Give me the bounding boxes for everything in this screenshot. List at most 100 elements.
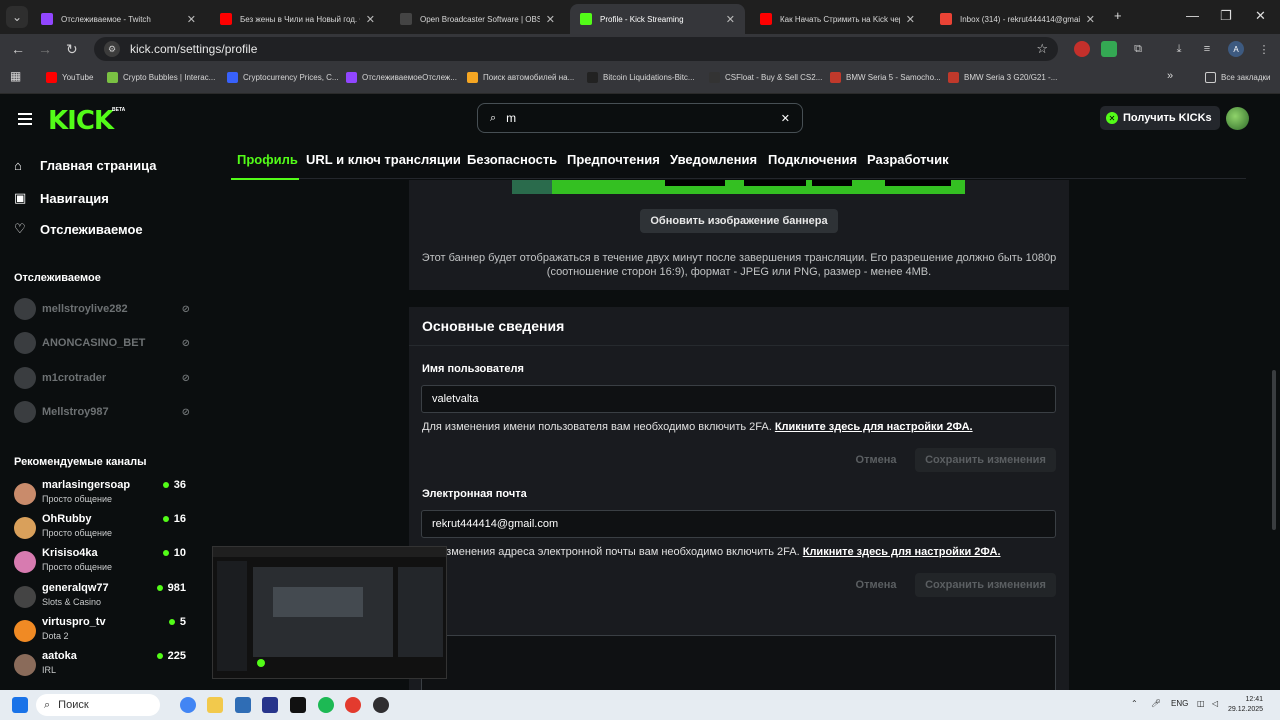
following-heading: Отслеживаемое bbox=[14, 272, 101, 284]
tab-developer[interactable]: Разработчик bbox=[867, 152, 949, 167]
tab-preferences[interactable]: Предпочтения bbox=[567, 152, 660, 167]
bookmark-item[interactable]: YouTube bbox=[46, 72, 93, 83]
close-tab-icon[interactable]: ✕ bbox=[546, 13, 555, 26]
bookmark-favicon-icon bbox=[346, 72, 357, 83]
spotify-icon[interactable] bbox=[318, 697, 334, 713]
media-icon[interactable]: ≡ bbox=[1199, 41, 1215, 57]
update-banner-button[interactable]: Обновить изображение баннера bbox=[640, 209, 838, 233]
bio-textarea[interactable] bbox=[421, 635, 1056, 690]
close-window-icon[interactable]: ✕ bbox=[1255, 8, 1266, 24]
bookmark-item[interactable]: ОтслеживаемоеОтслеж... bbox=[346, 72, 457, 83]
app-icon[interactable] bbox=[262, 697, 278, 713]
tray-chevron-icon[interactable]: ⌃ bbox=[1131, 699, 1138, 708]
tab-profile[interactable]: Профиль bbox=[237, 152, 298, 167]
page-scrollbar[interactable] bbox=[1272, 370, 1276, 530]
recommended-channel[interactable]: marlasingersoap Просто общение 36 bbox=[14, 479, 190, 511]
microphone-icon[interactable]: 🎤︎ bbox=[1151, 699, 1161, 708]
email-cancel-button[interactable]: Отмена bbox=[846, 573, 906, 597]
tab-notifications[interactable]: Уведомления bbox=[670, 152, 757, 167]
app-icon[interactable] bbox=[345, 697, 361, 713]
bookmark-item[interactable]: BMW Seria 3 G20/G21 -... bbox=[948, 72, 1057, 83]
clear-search-icon[interactable]: ✕ bbox=[781, 112, 790, 125]
browser-tab[interactable]: Отслеживаемое - Twitch ✕ bbox=[31, 4, 206, 34]
address-bar[interactable]: ⚙ kick.com/settings/profile ☆ bbox=[94, 37, 1058, 61]
back-icon[interactable]: ← bbox=[11, 41, 25, 57]
bookmark-star-icon[interactable]: ☆ bbox=[1036, 41, 1048, 57]
chrome-icon[interactable] bbox=[180, 697, 196, 713]
close-tab-icon[interactable]: ✕ bbox=[187, 13, 196, 26]
bookmark-item[interactable]: Поиск автомобилей на... bbox=[467, 72, 574, 83]
close-tab-icon[interactable]: ✕ bbox=[1086, 13, 1095, 26]
email-save-button[interactable]: Сохранить изменения bbox=[915, 573, 1056, 597]
site-info-icon[interactable]: ⚙ bbox=[104, 41, 120, 57]
get-kicks-button[interactable]: ✕ Получить KICKs bbox=[1100, 106, 1220, 130]
more-bookmarks-icon[interactable]: » bbox=[1167, 70, 1173, 82]
recommended-channel[interactable]: OhRubby Просто общение 16 bbox=[14, 513, 190, 545]
following-channel[interactable]: ANONCASINO_BET ⊘ bbox=[14, 332, 190, 354]
new-tab-button[interactable]: + bbox=[1114, 8, 1122, 23]
bookmark-item[interactable]: Crypto Bubbles | Interac... bbox=[107, 72, 215, 83]
search-input[interactable]: ⌕ m ✕ bbox=[477, 103, 803, 133]
sidebar-browse[interactable]: ▣ Навигация bbox=[14, 190, 109, 206]
taskbar-window-preview[interactable] bbox=[212, 546, 447, 679]
close-tab-icon[interactable]: ✕ bbox=[726, 13, 735, 26]
username-field[interactable]: valetvalta bbox=[421, 385, 1056, 413]
recommended-channel[interactable]: generalqw77 Slots & Casino 981 bbox=[14, 582, 190, 614]
minimize-icon[interactable]: — bbox=[1186, 8, 1199, 23]
forward-icon[interactable]: → bbox=[38, 41, 52, 57]
kick-logo[interactable]: KICK bbox=[48, 106, 114, 136]
bookmark-item[interactable]: Bitcoin Liquidations-Bitc... bbox=[587, 72, 695, 83]
close-tab-icon[interactable]: ✕ bbox=[906, 13, 915, 26]
tab-search-button[interactable]: ⌄ bbox=[6, 6, 28, 28]
restore-icon[interactable]: ❐ bbox=[1220, 8, 1232, 24]
following-channel[interactable]: m1crotrader ⊘ bbox=[14, 367, 190, 389]
taskbar-search[interactable]: ⌕ Поиск bbox=[36, 694, 160, 716]
extension-icon[interactable] bbox=[1074, 41, 1090, 57]
profile-avatar[interactable]: A bbox=[1228, 41, 1244, 57]
user-avatar[interactable] bbox=[1226, 107, 1249, 130]
browser-tab[interactable]: Inbox (314) - rekrut444414@gmail.c ✕ bbox=[930, 4, 1105, 34]
email-2fa-link[interactable]: Кликните здесь для настройки 2ФА. bbox=[803, 546, 1001, 558]
browser-tab[interactable]: Без жены в Чили на Новый год. С ✕ bbox=[210, 4, 385, 34]
browser-tab[interactable]: Как Начать Стримить на Kick чере ✕ bbox=[750, 4, 925, 34]
windows-start-icon[interactable] bbox=[12, 697, 28, 713]
download-icon[interactable]: ⤓ bbox=[1171, 41, 1187, 57]
sidebar-home[interactable]: ⌂ Главная страница bbox=[14, 158, 156, 173]
sidebar-home-label: Главная страница bbox=[40, 158, 157, 173]
volume-icon[interactable]: ◁ bbox=[1212, 699, 1218, 708]
sidebar-following[interactable]: ♡ Отслеживаемое bbox=[14, 221, 143, 237]
obs-icon[interactable] bbox=[373, 697, 389, 713]
email-field[interactable]: rekrut444414@gmail.com bbox=[421, 510, 1056, 538]
tab-security[interactable]: Безопасность bbox=[467, 152, 557, 167]
recommended-channel[interactable]: Krisiso4ka Просто общение 10 bbox=[14, 547, 190, 579]
bookmark-item[interactable]: BMW Seria 5 - Samocho... bbox=[830, 72, 941, 83]
reload-icon[interactable]: ↻ bbox=[66, 41, 78, 58]
following-channel[interactable]: mellstroylive282 ⊘ bbox=[14, 298, 190, 320]
store-icon[interactable] bbox=[235, 697, 251, 713]
tab-stream-key[interactable]: URL и ключ трансляции bbox=[306, 152, 461, 167]
extension-icon[interactable] bbox=[1101, 41, 1117, 57]
app-icon[interactable] bbox=[290, 697, 306, 713]
browser-tab[interactable]: Profile - Kick Streaming ✕ bbox=[570, 4, 745, 34]
hamburger-menu-icon[interactable] bbox=[18, 113, 32, 128]
language-indicator[interactable]: ENG bbox=[1171, 699, 1188, 708]
bookmark-item[interactable]: CSFloat - Buy & Sell CS2... bbox=[709, 72, 822, 83]
apps-grid-icon[interactable]: ▦ bbox=[10, 69, 21, 83]
close-tab-icon[interactable]: ✕ bbox=[366, 13, 375, 26]
all-bookmarks[interactable]: Все закладки bbox=[1205, 72, 1270, 83]
extensions-puzzle-icon[interactable]: ⧉ bbox=[1130, 41, 1146, 57]
bookmark-item[interactable]: Cryptocurrency Prices, C... bbox=[227, 72, 339, 83]
taskbar-clock[interactable]: 12:41 29.12.2025 bbox=[1228, 695, 1263, 715]
tab-connections[interactable]: Подключения bbox=[768, 152, 857, 167]
browser-tab[interactable]: Open Broadcaster Software | OBS ✕ bbox=[390, 4, 565, 34]
recommended-channel[interactable]: aatoka IRL 225 bbox=[14, 650, 190, 682]
username-save-button[interactable]: Сохранить изменения bbox=[915, 448, 1056, 472]
username-cancel-button[interactable]: Отмена bbox=[846, 448, 906, 472]
menu-dots-icon[interactable]: ⋮ bbox=[1256, 41, 1272, 57]
channel-avatar bbox=[14, 620, 36, 642]
recommended-channel[interactable]: virtuspro_tv Dota 2 5 bbox=[14, 616, 190, 648]
following-channel[interactable]: Mellstroy987 ⊘ bbox=[14, 401, 190, 423]
network-icon[interactable]: ◫ bbox=[1197, 699, 1205, 708]
username-2fa-link[interactable]: Кликните здесь для настройки 2ФА. bbox=[775, 421, 973, 433]
file-explorer-icon[interactable] bbox=[207, 697, 223, 713]
